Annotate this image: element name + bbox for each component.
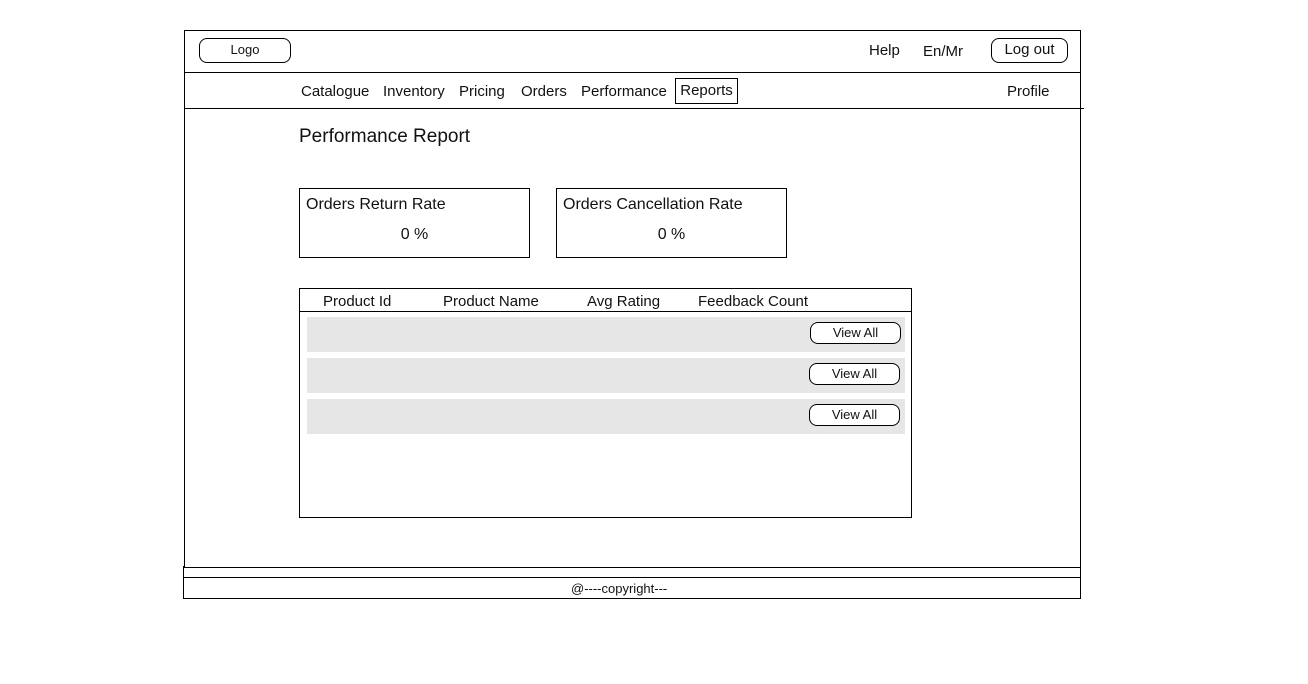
footer-top-divider: [183, 577, 1081, 578]
page-title: Performance Report: [299, 126, 471, 147]
help-link[interactable]: Help: [869, 42, 900, 59]
nav-item-reports[interactable]: Reports: [675, 78, 738, 104]
table-header-divider: [300, 311, 911, 312]
logo-button[interactable]: Logo: [199, 38, 291, 63]
table-row: View All: [307, 317, 905, 352]
card-label: Orders Return Rate: [306, 196, 446, 213]
view-all-button[interactable]: View All: [809, 404, 900, 426]
nav-item-catalogue[interactable]: Catalogue: [301, 83, 369, 100]
return-rate-card: Orders Return Rate 0 %: [299, 188, 530, 258]
footer-right-border: [1080, 566, 1081, 599]
column-header-feedback-count: Feedback Count: [698, 293, 809, 310]
nav-item-orders[interactable]: Orders: [521, 83, 567, 100]
header-divider: [184, 72, 1081, 73]
nav-item-inventory[interactable]: Inventory: [383, 83, 445, 100]
nav-item-performance[interactable]: Performance: [581, 83, 667, 100]
cancellation-rate-card: Orders Cancellation Rate 0 %: [556, 188, 787, 258]
column-header-product-id: Product Id: [323, 293, 392, 310]
nav-item-pricing[interactable]: Pricing: [459, 83, 505, 100]
view-all-button[interactable]: View All: [810, 322, 901, 344]
card-value: 0 %: [400, 226, 429, 243]
logout-button[interactable]: Log out: [991, 38, 1068, 63]
product-feedback-table: Product Id Product Name Avg Rating Feedb…: [299, 288, 912, 518]
footer-bottom-divider: [183, 598, 1081, 599]
card-label: Orders Cancellation Rate: [563, 196, 743, 213]
language-toggle[interactable]: En/Mr: [923, 43, 963, 60]
view-all-button[interactable]: View All: [809, 363, 900, 385]
footer-left-border: [183, 566, 184, 599]
copyright-text: @----copyright---: [571, 581, 668, 596]
nav-divider: [184, 108, 1084, 109]
table-row: View All: [307, 399, 905, 434]
column-header-product-name: Product Name: [443, 293, 539, 310]
nav-item-profile[interactable]: Profile: [1007, 83, 1050, 100]
table-row: View All: [307, 358, 905, 393]
column-header-avg-rating: Avg Rating: [587, 293, 661, 310]
card-value: 0 %: [657, 226, 686, 243]
